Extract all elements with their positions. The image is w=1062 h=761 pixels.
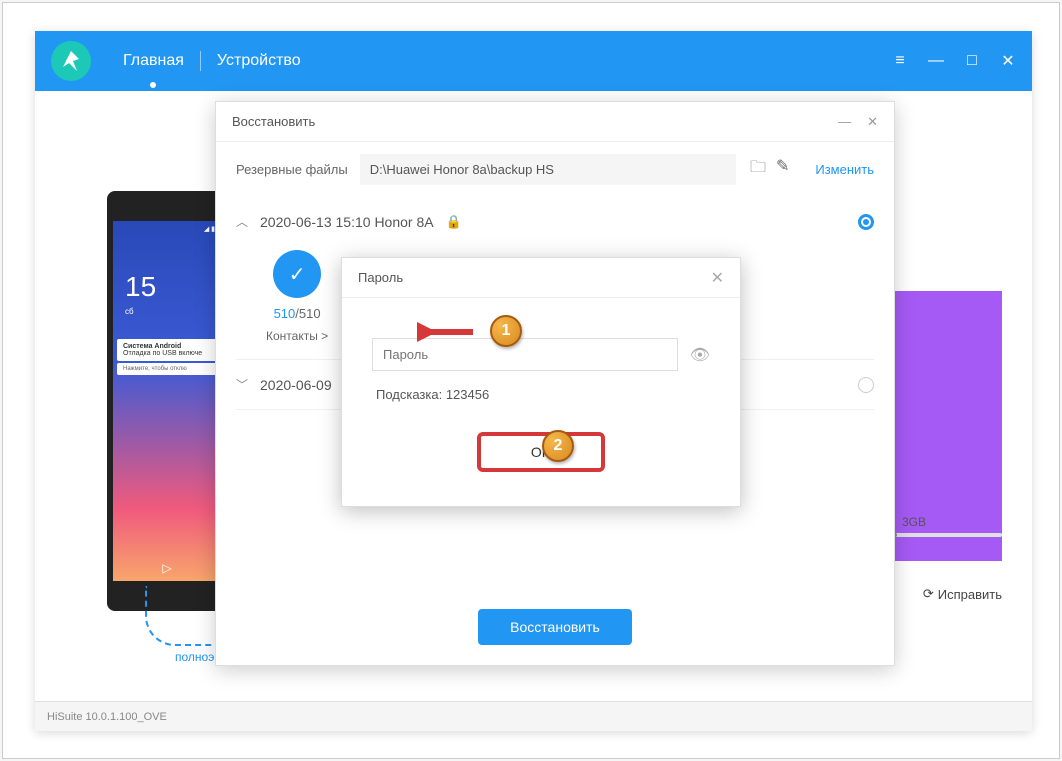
dialog-close-icon[interactable]: ✕ [867, 114, 878, 130]
radio-selected[interactable] [858, 214, 874, 230]
password-hint: Подсказка: 123456 [372, 387, 710, 402]
contacts-category[interactable]: ✓ 510/510 Контакты > [266, 250, 328, 343]
fix-label: Исправить [938, 587, 1002, 602]
restore-dialog-footer: Восстановить [216, 589, 894, 665]
nav-device[interactable]: Устройство [201, 52, 317, 70]
contacts-label: Контакты > [266, 329, 328, 343]
restore-button[interactable]: Восстановить [478, 609, 632, 645]
password-dialog-header: Пароль ✕ [342, 258, 740, 298]
phone-back-icon: ▷ [162, 561, 171, 575]
restore-dialog-header: Восстановить — ✕ [216, 102, 894, 142]
edit-icon[interactable]: ✎ [774, 154, 791, 185]
notif-body: Отладка по USB включе [123, 350, 211, 357]
lock-icon: 🔒 [446, 214, 462, 230]
password-input[interactable] [372, 338, 678, 371]
contacts-count: 510/510 [274, 306, 321, 321]
fix-link[interactable]: ⟳ Исправить [923, 586, 1002, 602]
phone-navbar: ▷ [113, 561, 221, 575]
minimize-icon[interactable]: — [928, 53, 944, 69]
phone-notification-sub: Нажмите, чтобы отклю [117, 363, 217, 375]
storage-text: 3GB [902, 515, 926, 529]
folder-icon[interactable]: 🗀 [748, 154, 768, 185]
maximize-icon[interactable]: □ [964, 53, 980, 69]
phone-notification: Система Android Отладка по USB включе [117, 339, 217, 361]
show-password-icon[interactable]: 👁 [690, 345, 710, 365]
phone-device: ◢ ▮ 15 сб Система Android Отладка по USB… [107, 191, 227, 611]
password-dialog-body: 👁 Подсказка: 123456 OK [342, 298, 740, 492]
backup-path-row: Резервные файлы 🗀 ✎ Изменить [216, 142, 894, 197]
phone-screen: ◢ ▮ 15 сб Система Android Отладка по USB… [113, 221, 221, 581]
backup-date: 2020-06-13 15:10 Honor 8A [260, 214, 434, 230]
password-dialog: Пароль ✕ 👁 Подсказка: 123456 OK [341, 257, 741, 507]
phone-time: 15 [125, 271, 156, 303]
collapse-icon[interactable]: ︿ [236, 213, 248, 230]
phone-statusbar: ◢ ▮ [204, 225, 215, 233]
notif-title: Система Android [123, 343, 211, 350]
main-area: ◢ ▮ 15 сб Система Android Отладка по USB… [35, 91, 1032, 731]
phone-date: сб [125, 307, 134, 316]
window-controls: ≡ — □ ✕ [892, 53, 1016, 69]
fix-icon: ⟳ [923, 586, 934, 602]
ok-button[interactable]: OK [477, 432, 605, 472]
radio-unselected[interactable] [858, 377, 874, 393]
password-dialog-title: Пароль [358, 270, 403, 285]
backup-files-label: Резервные файлы [236, 162, 348, 177]
menu-icon[interactable]: ≡ [892, 53, 908, 69]
app-window: Главная Устройство ≡ — □ ✕ ◢ ▮ 15 сб Сис… [35, 31, 1032, 731]
side-promo-panel [882, 291, 1002, 561]
restore-dialog-title: Восстановить [232, 114, 315, 129]
backup-path-input[interactable] [360, 154, 736, 185]
app-logo [51, 41, 91, 81]
dialog-minimize-icon[interactable]: — [838, 114, 851, 130]
backup-date: 2020-06-09 [260, 377, 332, 393]
check-icon: ✓ [273, 250, 321, 298]
version-label: HiSuite 10.0.1.100_OVE [47, 711, 167, 723]
expand-icon[interactable]: ﹀ [236, 376, 248, 393]
password-close-icon[interactable]: ✕ [711, 268, 724, 288]
close-icon[interactable]: ✕ [1000, 53, 1016, 69]
footer: HiSuite 10.0.1.100_OVE [35, 701, 1032, 731]
outer-frame: Главная Устройство ≡ — □ ✕ ◢ ▮ 15 сб Сис… [2, 2, 1060, 759]
restore-dialog: Восстановить — ✕ Резервные файлы 🗀 ✎ Изм… [215, 101, 895, 666]
titlebar: Главная Устройство ≡ — □ ✕ [35, 31, 1032, 91]
tutorial-arrow [145, 586, 225, 646]
change-link[interactable]: Изменить [815, 162, 874, 177]
nav-home[interactable]: Главная [107, 52, 200, 70]
